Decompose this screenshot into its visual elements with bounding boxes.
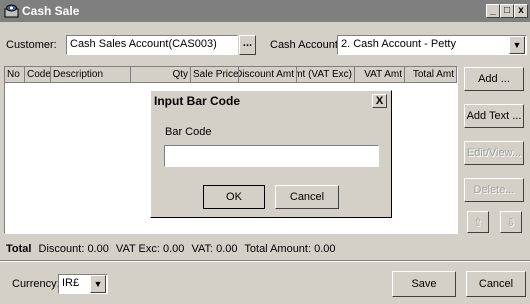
- col-header-amt-vat-exc[interactable]: Amt (VAT Exc): [297, 67, 355, 83]
- bar-code-input[interactable]: [164, 145, 379, 167]
- cancel-button[interactable]: Cancel: [466, 271, 526, 297]
- currency-dropdown-icon[interactable]: ▼: [90, 275, 106, 293]
- cash-account-select[interactable]: 2. Cash Account - Petty: [337, 35, 527, 55]
- save-button[interactable]: Save: [392, 271, 456, 297]
- footer-divider: [0, 260, 530, 262]
- col-header-no[interactable]: No: [5, 67, 25, 83]
- dialog-close-button[interactable]: X: [372, 94, 387, 108]
- col-header-description[interactable]: Description: [51, 67, 131, 83]
- maximize-button[interactable]: □: [500, 4, 514, 18]
- col-header-discount-amt[interactable]: Discount Amt: [239, 67, 297, 83]
- col-header-qty[interactable]: Qty: [131, 67, 191, 83]
- input-bar-code-dialog: Input Bar Code X Bar Code OK Cancel: [150, 90, 392, 218]
- dialog-cancel-button[interactable]: Cancel: [275, 185, 339, 209]
- customer-field[interactable]: Cash Sales Account(CAS003): [66, 35, 238, 55]
- move-down-icon[interactable]: ⇩: [500, 211, 522, 233]
- total-vat: VAT: 0.00: [191, 243, 238, 255]
- window-title: Cash Sale: [22, 4, 80, 18]
- totals-bar: Total Discount: 0.00 VAT Exc: 0.00 VAT: …: [6, 243, 340, 255]
- col-header-total-amt[interactable]: Total Amt: [405, 67, 457, 83]
- customer-lookup-button[interactable]: ...: [239, 35, 256, 55]
- delete-button[interactable]: Delete...: [464, 178, 524, 202]
- close-button[interactable]: x: [514, 4, 528, 18]
- bar-code-label: Bar Code: [165, 126, 212, 138]
- title-bar[interactable]: Cash Sale _ □ x: [0, 0, 530, 22]
- edit-view-button[interactable]: Edit/View...: [464, 141, 524, 165]
- total-vat-exc: VAT Exc: 0.00: [115, 243, 185, 255]
- col-header-code[interactable]: Code: [25, 67, 51, 83]
- app-icon: [4, 4, 19, 18]
- cash-account-label: Cash Account:: [270, 39, 341, 51]
- col-header-sale-price[interactable]: Sale Price: [191, 67, 239, 83]
- move-up-icon[interactable]: ⇧: [467, 211, 489, 233]
- totals-label: Total: [6, 243, 32, 255]
- cash-account-value: 2. Cash Account - Petty: [341, 38, 456, 50]
- minimize-button[interactable]: _: [486, 4, 500, 18]
- add-button[interactable]: Add ...: [464, 67, 524, 91]
- cash-account-dropdown-icon[interactable]: ▼: [509, 36, 525, 54]
- currency-label: Currency:: [12, 278, 60, 290]
- total-amount: Total Amount: 0.00: [244, 243, 336, 255]
- currency-value: IR£: [62, 277, 80, 289]
- add-text-button[interactable]: Add Text ...: [464, 104, 524, 128]
- total-discount: Discount: 0.00: [38, 243, 109, 255]
- customer-label: Customer:: [6, 39, 57, 51]
- dialog-title: Input Bar Code: [154, 94, 240, 108]
- dialog-title-bar[interactable]: Input Bar Code X: [152, 92, 390, 110]
- col-header-vat-amt[interactable]: VAT Amt: [355, 67, 405, 83]
- dialog-ok-button[interactable]: OK: [203, 185, 265, 209]
